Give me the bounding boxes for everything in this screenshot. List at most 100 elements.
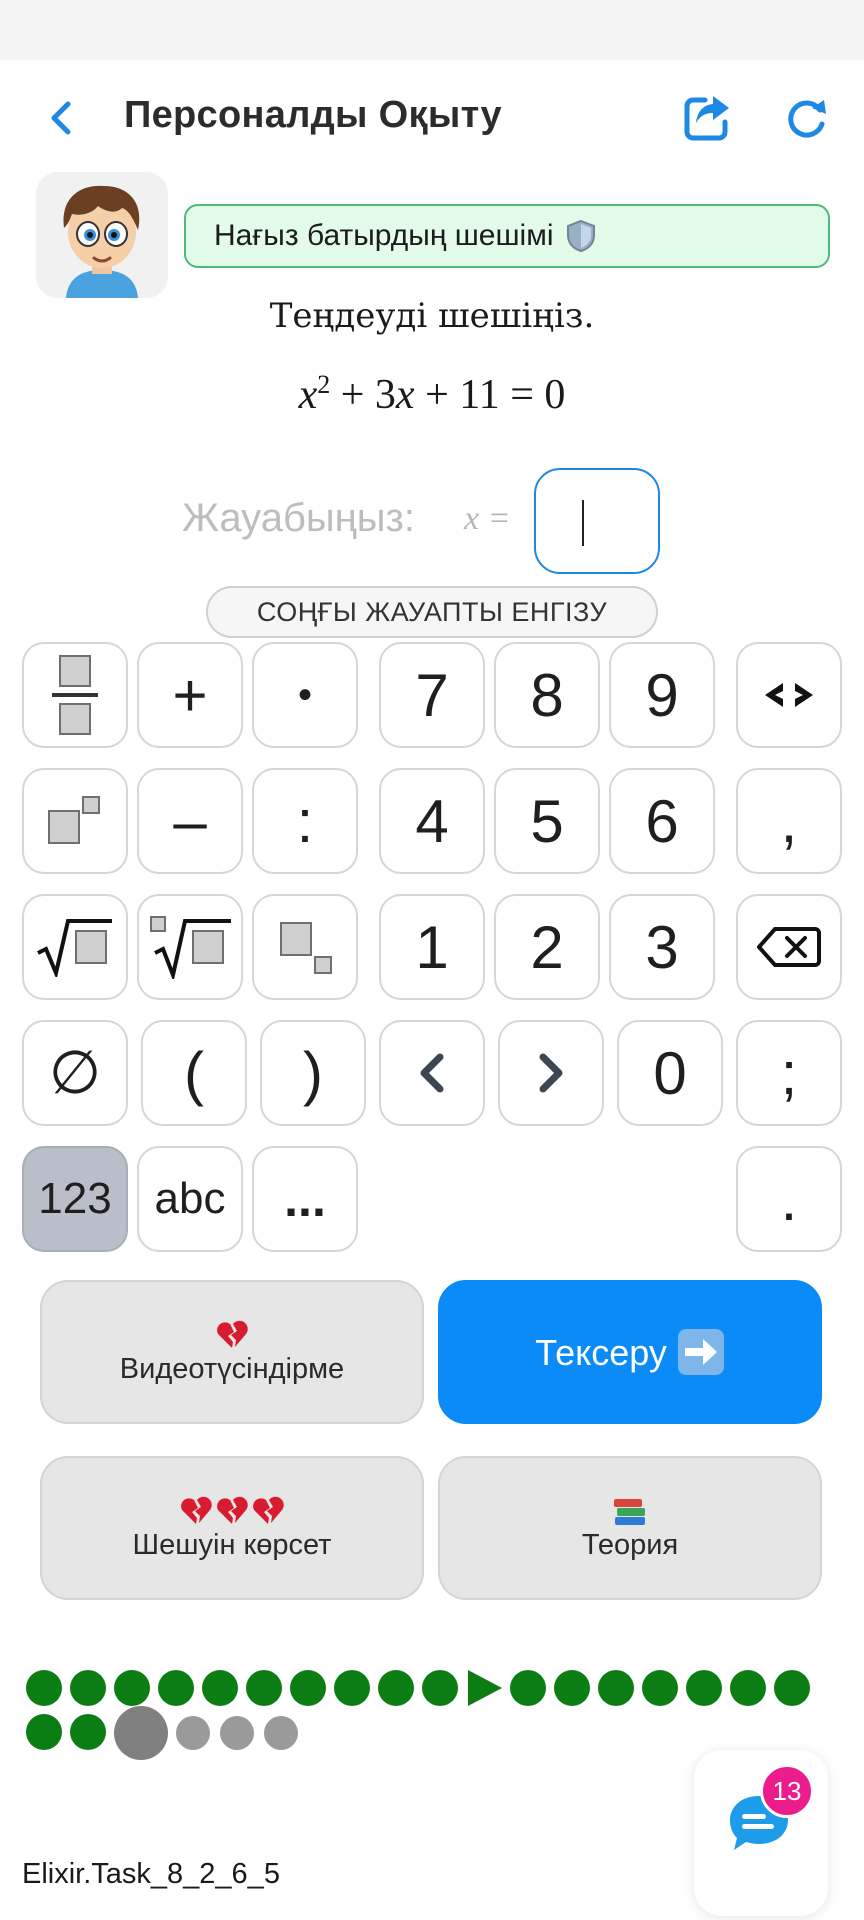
key-divide-colon[interactable]: : (252, 768, 358, 874)
progress-step-done[interactable] (422, 1670, 458, 1706)
progress-step-done[interactable] (70, 1670, 106, 1706)
progress-step-done[interactable] (598, 1670, 634, 1706)
progress-step-upcoming[interactable] (176, 1716, 210, 1750)
progress-step-done[interactable] (774, 1670, 810, 1706)
key-multiply-dot[interactable]: • (252, 642, 358, 748)
key-fraction[interactable] (22, 642, 128, 748)
broken-heart-icon (253, 1496, 284, 1524)
chevron-left-icon (420, 1053, 444, 1093)
key-nth-root[interactable] (137, 894, 243, 1000)
chevron-left-icon (51, 101, 71, 135)
progress-step-done[interactable] (26, 1714, 62, 1750)
key-backspace[interactable] (736, 894, 842, 1000)
arrow-right-icon (677, 1329, 724, 1375)
progress-step-upcoming[interactable] (220, 1716, 254, 1750)
answer-label: Жауабыңыз: (182, 496, 415, 540)
progress-step-done[interactable] (202, 1670, 238, 1706)
refresh-button[interactable] (782, 94, 830, 142)
key-left-paren[interactable]: ( (141, 1020, 247, 1126)
progress-step-done[interactable] (378, 1670, 414, 1706)
video-explanation-label: Видеотүсіндірме (119, 1352, 345, 1385)
status-bar-strip (0, 0, 864, 60)
progress-step-upcoming[interactable] (264, 1716, 298, 1750)
key-8[interactable]: 8 (494, 642, 600, 748)
check-button[interactable]: Тексеру (438, 1280, 822, 1424)
show-solution-label: Шешуін көрсет (132, 1528, 332, 1561)
broken-heart-icon (217, 1496, 248, 1524)
progress-step-done[interactable] (114, 1670, 150, 1706)
video-explanation-button[interactable]: Видеотүсіндірме (40, 1280, 424, 1424)
progress-step-done[interactable] (730, 1670, 766, 1706)
key-period[interactable]: . (736, 1146, 842, 1252)
key-3[interactable]: 3 (609, 894, 715, 1000)
progress-step-done[interactable] (642, 1670, 678, 1706)
progress-step-done[interactable] (686, 1670, 722, 1706)
key-toggle-keyboard[interactable] (736, 642, 842, 748)
text-caret (582, 500, 584, 546)
share-icon (684, 96, 729, 141)
key-4[interactable]: 4 (379, 768, 485, 874)
backspace-icon (757, 927, 821, 967)
progress-step-done[interactable] (290, 1670, 326, 1706)
chat-button[interactable]: 13 (694, 1750, 828, 1916)
key-7[interactable]: 7 (379, 642, 485, 748)
key-2[interactable]: 2 (494, 894, 600, 1000)
hero-solution-badge: Нағыз батырдың шешімі (184, 204, 830, 268)
progress-step-done[interactable] (554, 1670, 590, 1706)
key-0[interactable]: 0 (617, 1020, 723, 1126)
progress-step-done[interactable] (158, 1670, 194, 1706)
key-subscript[interactable] (252, 894, 358, 1000)
key-square-root[interactable] (22, 894, 128, 1000)
tutor-avatar (36, 172, 168, 298)
progress-step-done[interactable] (70, 1714, 106, 1750)
app-header: Персоналды Оқыту (0, 60, 864, 175)
key-semicolon[interactable]: ; (736, 1020, 842, 1126)
key-6[interactable]: 6 (609, 768, 715, 874)
task-prompt: Теңдеуді шешіңіз. (269, 296, 595, 336)
key-plus[interactable]: + (137, 642, 243, 748)
broken-heart-icon (217, 1320, 248, 1348)
progress-step-done[interactable] (246, 1670, 282, 1706)
boy-avatar-icon (36, 172, 168, 298)
key-mode-letters[interactable]: abc (137, 1146, 243, 1252)
exponent-template-icon (48, 796, 100, 844)
refresh-icon (788, 100, 826, 138)
badge-text: Нағыз батырдың шешімі (214, 219, 554, 252)
theory-button[interactable]: Теория (438, 1456, 822, 1600)
chevron-right-icon (539, 1053, 563, 1093)
show-solution-button[interactable]: Шешуін көрсет (40, 1456, 424, 1600)
task-equation: x2 + 3x + 11 = 0 (298, 370, 566, 418)
page-title: Персоналды Оқыту (124, 94, 502, 136)
theory-label: Теория (581, 1528, 679, 1561)
progress-step-done[interactable] (26, 1670, 62, 1706)
answer-variable: x = (464, 500, 511, 537)
angle-brackets-icon (765, 683, 813, 707)
key-1[interactable]: 1 (379, 894, 485, 1000)
answer-input[interactable] (534, 468, 660, 574)
share-button[interactable] (683, 92, 733, 142)
key-power[interactable] (22, 768, 128, 874)
key-mode-numeric[interactable]: 123 (22, 1146, 128, 1252)
task-identifier: Elixir.Task_8_2_6_5 (22, 1858, 280, 1890)
books-icon (614, 1498, 645, 1525)
key-more-symbols[interactable]: ... (252, 1146, 358, 1252)
progress-step-video-icon[interactable] (468, 1670, 502, 1706)
broken-heart-icon (181, 1496, 212, 1524)
check-label: Тексеру (535, 1332, 667, 1373)
key-5[interactable]: 5 (494, 768, 600, 874)
key-cursor-left[interactable] (379, 1020, 485, 1126)
progress-step-current[interactable] (114, 1706, 168, 1760)
nth-root-icon (150, 916, 231, 979)
back-button[interactable] (40, 96, 84, 140)
key-minus[interactable]: – (137, 768, 243, 874)
key-comma[interactable]: , (736, 768, 842, 874)
key-cursor-right[interactable] (498, 1020, 604, 1126)
progress-step-done[interactable] (334, 1670, 370, 1706)
submit-final-answer-button[interactable]: СОҢҒЫ ЖАУАПТЫ ЕНГІЗУ (206, 586, 658, 638)
progress-step-done[interactable] (510, 1670, 546, 1706)
key-right-paren[interactable]: ) (260, 1020, 366, 1126)
chat-unread-badge: 13 (760, 1764, 814, 1818)
key-9[interactable]: 9 (609, 642, 715, 748)
key-empty-set[interactable]: ∅ (22, 1020, 128, 1126)
square-root-icon (37, 919, 112, 977)
